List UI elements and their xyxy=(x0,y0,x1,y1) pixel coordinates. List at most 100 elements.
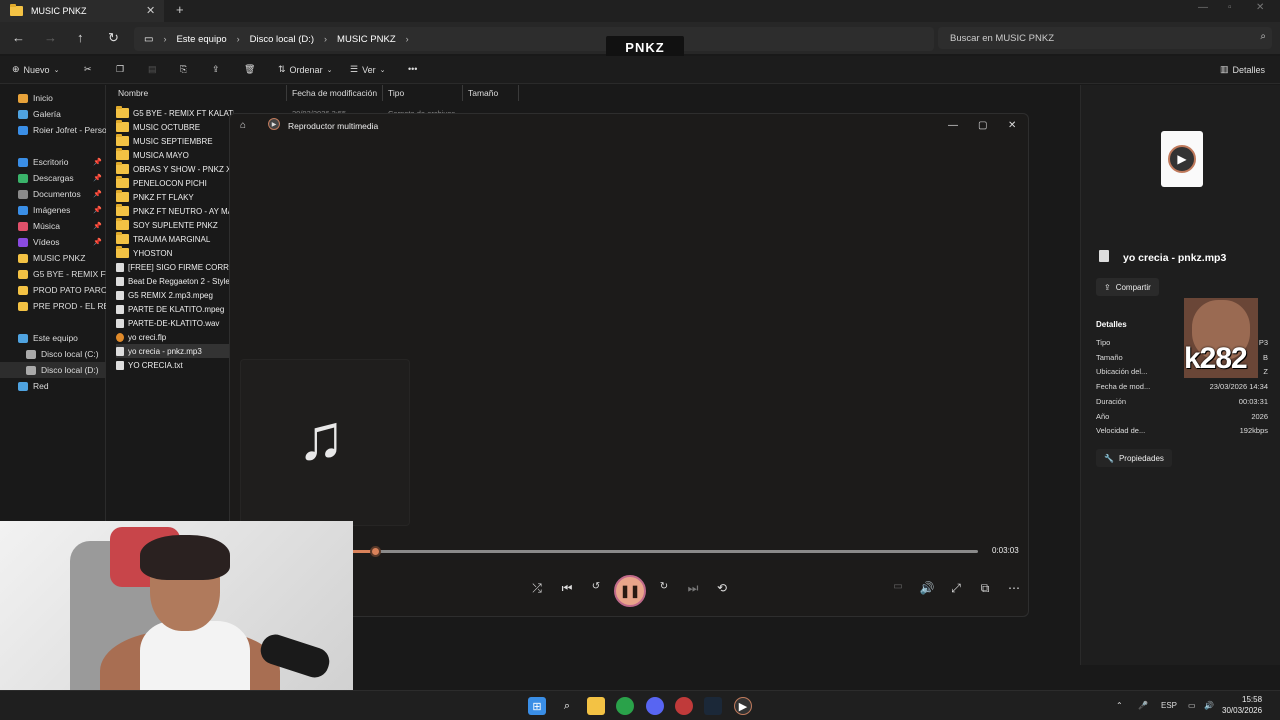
column-header-modified[interactable]: Fecha de modificación xyxy=(292,88,377,98)
sidebar-item[interactable]: Imágenes 📌 xyxy=(0,202,106,218)
copy-icon[interactable]: ❐ xyxy=(116,64,124,75)
breadcrumb[interactable]: ▭ › Este equipo › Disco local (D:) › MUS… xyxy=(134,27,934,51)
maximize-icon[interactable]: ▫ xyxy=(1228,2,1232,13)
list-item[interactable]: G5 REMIX 2.mp3.mpeg xyxy=(116,288,234,302)
sidebar-item[interactable]: Inicio xyxy=(0,90,106,106)
tab-music-pnkz[interactable]: MUSIC PNKZ xyxy=(0,0,164,22)
sidebar-item[interactable]: PRE PROD - EL REY D xyxy=(0,298,106,314)
delete-icon[interactable]: 🗑 xyxy=(244,64,255,75)
maximize-icon[interactable]: ▢ xyxy=(978,120,987,131)
close-icon[interactable]: ✕ xyxy=(1256,2,1264,13)
list-item[interactable]: [FREE] SIGO FIRME CORRID xyxy=(116,260,234,274)
forward-arrow-icon[interactable]: → xyxy=(44,30,57,45)
sidebar-item[interactable]: Vídeos 📌 xyxy=(0,234,106,250)
search-icon[interactable]: ⌕ xyxy=(1260,31,1266,42)
search-icon[interactable]: ⌕ xyxy=(558,697,576,715)
discord-icon[interactable] xyxy=(646,697,664,715)
list-item[interactable]: Beat De Reggaeton 2 - Style xyxy=(116,274,234,288)
sidebar-item[interactable]: Escritorio 📌 xyxy=(0,154,106,170)
breadcrumb-disco-d[interactable]: Disco local (D:) xyxy=(250,34,314,45)
language-indicator[interactable]: ESP xyxy=(1161,701,1177,710)
forward-30-icon[interactable]: ↻ xyxy=(654,581,674,592)
list-item[interactable]: yo crecia - pnkz.mp3 xyxy=(116,344,234,358)
refresh-icon[interactable]: ↻ xyxy=(108,30,119,46)
repeat-off-icon[interactable]: ⟲ xyxy=(712,581,732,595)
minimize-icon[interactable]: — xyxy=(1198,2,1208,13)
red-app-icon[interactable] xyxy=(675,697,693,715)
rewind-10-icon[interactable]: ↺ xyxy=(586,581,606,592)
subtitles-icon[interactable]: ▭ xyxy=(888,581,908,592)
sort-button[interactable]: ⇅ Ordenar ⌄ xyxy=(278,64,332,75)
sidebar-item[interactable]: Disco local (C:) xyxy=(0,346,106,362)
microphone-icon[interactable]: 🎤 xyxy=(1138,701,1148,710)
sidebar-item[interactable]: Roier Jofret - Persona xyxy=(0,122,106,138)
home-icon[interactable]: ⌂ xyxy=(240,120,246,131)
rename-icon[interactable]: ⎘ xyxy=(180,64,187,75)
more-options-icon[interactable]: ⋯ xyxy=(1004,581,1024,595)
new-button[interactable]: ⊕ Nuevo ⌄ xyxy=(12,64,59,75)
close-icon[interactable]: ✕ xyxy=(1008,120,1016,131)
sidebar-item[interactable]: Documentos 📌 xyxy=(0,186,106,202)
chrome-icon[interactable] xyxy=(616,697,634,715)
sidebar-item[interactable]: Red xyxy=(0,378,106,394)
network-icon[interactable]: ▭ xyxy=(1188,701,1196,710)
column-header-name[interactable]: Nombre xyxy=(118,88,148,98)
previous-icon[interactable]: ⏮ xyxy=(557,581,577,596)
file-explorer-icon[interactable] xyxy=(587,697,605,715)
column-header-size[interactable]: Tamaño xyxy=(468,88,498,98)
list-item[interactable]: PARTE-DE-KLATITO.wav xyxy=(116,316,234,330)
more-options-button[interactable]: ••• xyxy=(408,64,417,74)
mini-player-icon[interactable]: ⧉ xyxy=(975,581,995,596)
clock[interactable]: 15:58 30/03/2026 xyxy=(1222,694,1262,716)
seek-handle[interactable] xyxy=(370,546,382,557)
share-icon[interactable]: ⇪ xyxy=(212,64,220,75)
tray-overflow-icon[interactable]: ⌃ xyxy=(1116,701,1123,710)
search-input[interactable]: Buscar en MUSIC PNKZ xyxy=(938,27,1272,49)
steam-icon[interactable] xyxy=(704,697,722,715)
shuffle-icon[interactable]: ⤮ xyxy=(527,581,547,596)
list-item[interactable]: OBRAS Y SHOW - PNKZ X P xyxy=(116,162,234,176)
list-item[interactable]: yo creci.flp xyxy=(116,330,234,344)
column-header-type[interactable]: Tipo xyxy=(388,88,404,98)
list-item[interactable]: G5 BYE - REMIX FT KALATITO xyxy=(116,106,234,120)
volume-icon[interactable]: 🔊 xyxy=(917,581,937,595)
list-item[interactable]: MUSICA MAYO xyxy=(116,148,234,162)
view-button[interactable]: ☰ Ver ⌄ xyxy=(350,64,385,75)
breadcrumb-este-equipo[interactable]: Este equipo xyxy=(176,34,226,45)
sidebar-item[interactable]: PROD PATO PARODI xyxy=(0,282,106,298)
back-arrow-icon[interactable]: ← xyxy=(12,30,25,45)
seek-bar[interactable] xyxy=(350,546,978,557)
paste-icon[interactable]: ▤ xyxy=(148,64,157,75)
media-player-taskbar-icon[interactable]: ▶ xyxy=(734,697,752,715)
list-item[interactable]: PNKZ FT FLAKY xyxy=(116,190,234,204)
sidebar-item[interactable]: Descargas 📌 xyxy=(0,170,106,186)
tab-close-button[interactable]: ✕ xyxy=(146,4,155,17)
list-item[interactable]: YHOSTON xyxy=(116,246,234,260)
cut-icon[interactable]: ✂ xyxy=(84,64,92,75)
properties-button[interactable]: 🔧 Propiedades xyxy=(1096,449,1172,467)
pause-button[interactable]: ❚❚ xyxy=(614,575,646,607)
sidebar-item[interactable]: Disco local (D:) xyxy=(0,362,106,378)
breadcrumb-music-pnkz[interactable]: MUSIC PNKZ xyxy=(337,34,396,45)
share-button[interactable]: ⇪ Compartir xyxy=(1096,278,1159,296)
list-item[interactable]: TRAUMA MARGINAL xyxy=(116,232,234,246)
sidebar-item[interactable]: Música 📌 xyxy=(0,218,106,234)
up-arrow-icon[interactable]: ↑ xyxy=(77,30,84,45)
sidebar-item[interactable]: Este equipo xyxy=(0,330,106,346)
details-toggle-button[interactable]: ▥ Detalles xyxy=(1220,64,1265,75)
minimize-icon[interactable]: — xyxy=(948,120,958,131)
list-item[interactable]: PNKZ FT NEUTRO - AY MA xyxy=(116,204,234,218)
sidebar-item[interactable]: MUSIC PNKZ xyxy=(0,250,106,266)
fullscreen-icon[interactable]: ⤢ xyxy=(946,581,966,596)
sidebar-item[interactable]: G5 BYE - REMIX FT K xyxy=(0,266,106,282)
list-item[interactable]: SOY SUPLENTE PNKZ xyxy=(116,218,234,232)
list-item[interactable]: YO CRECIA.txt xyxy=(116,358,234,372)
next-icon[interactable]: ⏭ xyxy=(683,581,703,596)
list-item[interactable]: MUSIC SEPTIEMBRE xyxy=(116,134,234,148)
volume-icon[interactable]: 🔊 xyxy=(1204,701,1214,710)
list-item[interactable]: PENELOCON PICHI xyxy=(116,176,234,190)
list-item[interactable]: PARTE DE KLATITO.mpeg xyxy=(116,302,234,316)
sidebar-item[interactable]: Galería xyxy=(0,106,106,122)
start-windows-icon[interactable]: ⊞ xyxy=(528,697,546,715)
list-item[interactable]: MUSIC OCTUBRE xyxy=(116,120,234,134)
